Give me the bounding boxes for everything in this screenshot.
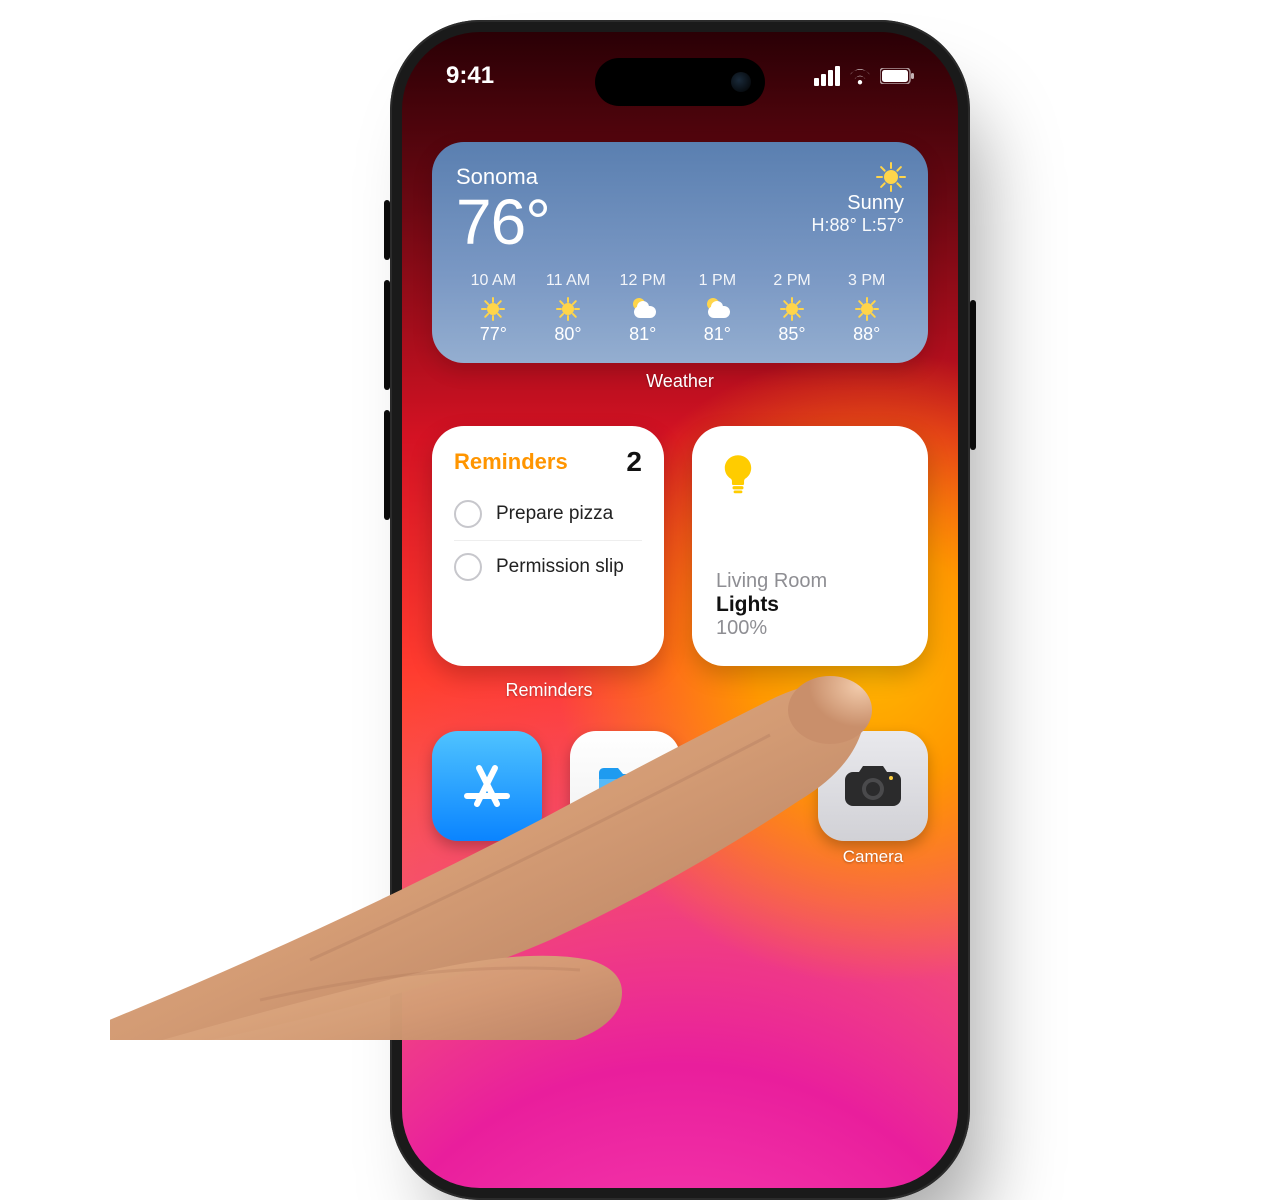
forecast-temp: 80° (531, 324, 606, 345)
forecast-hour: 2 PM 85° (755, 272, 830, 345)
home-brightness: 100% (716, 617, 904, 640)
app-label-camera: Camera (818, 847, 928, 867)
forecast-time: 3 PM (829, 272, 904, 290)
weather-temperature: 76° (456, 190, 550, 254)
reminder-item[interactable]: Permission slip (454, 540, 642, 593)
home-screen[interactable]: 9:41 Sonoma 76° (402, 32, 958, 1188)
forecast-temp: 81° (605, 324, 680, 345)
reminder-item[interactable]: Prepare pizza (454, 488, 642, 540)
forecast-temp: 88° (829, 324, 904, 345)
partly-cloudy-icon (630, 298, 656, 320)
app-icon-camera[interactable] (818, 731, 928, 841)
forecast-time: 2 PM (755, 272, 830, 290)
sun-icon (878, 164, 904, 190)
reminders-count: 2 (626, 446, 642, 478)
reminder-text: Permission slip (496, 556, 624, 578)
app-icon-appstore[interactable] (432, 731, 542, 841)
forecast-time: 11 AM (531, 272, 606, 290)
forecast-hour: 11 AM 80° (531, 272, 606, 345)
sun-icon (558, 299, 578, 319)
reminders-widget-label: Reminders (432, 680, 666, 701)
reminder-text: Prepare pizza (496, 503, 613, 525)
weather-widget[interactable]: Sonoma 76° Su (432, 142, 928, 363)
forecast-time: 10 AM (456, 272, 531, 290)
weather-condition: Sunny (812, 192, 904, 215)
reminder-checkbox[interactable] (454, 500, 482, 528)
iphone-frame: 9:41 Sonoma 76° (390, 20, 970, 1200)
forecast-hour: 3 PM 88° (829, 272, 904, 345)
reminder-checkbox[interactable] (454, 553, 482, 581)
forecast-hour: 10 AM 77° (456, 272, 531, 345)
app-icon-files[interactable] (570, 731, 680, 841)
forecast-temp: 85° (755, 324, 830, 345)
wifi-icon (848, 67, 872, 85)
lightbulb-icon (716, 452, 904, 501)
reminders-title: Reminders (454, 449, 568, 475)
weather-hourly-forecast: 10 AM 77° 11 AM 80° 12 PM 81° 1 PM 81° 2… (456, 272, 904, 345)
battery-icon (880, 68, 914, 84)
home-room-label: Living Room (716, 570, 904, 593)
sun-icon (483, 299, 503, 319)
forecast-hour: 12 PM 81° (605, 272, 680, 345)
sun-icon (857, 299, 877, 319)
home-accessory-name: Lights (716, 593, 904, 617)
forecast-time: 1 PM (680, 272, 755, 290)
forecast-time: 12 PM (605, 272, 680, 290)
reminders-widget[interactable]: Reminders 2 Prepare pizza Permission sli… (432, 426, 664, 666)
weather-high-low: H:88° L:57° (812, 215, 904, 236)
sun-icon (782, 299, 802, 319)
home-widget[interactable]: Living Room Lights 100% (692, 426, 928, 666)
forecast-temp: 77° (456, 324, 531, 345)
forecast-hour: 1 PM 81° (680, 272, 755, 345)
cellular-signal-icon (814, 66, 840, 86)
weather-widget-label: Weather (432, 371, 928, 392)
status-time: 9:41 (446, 62, 494, 90)
forecast-temp: 81° (680, 324, 755, 345)
partly-cloudy-icon (704, 298, 730, 320)
reminders-list: Prepare pizza Permission slip (454, 488, 642, 593)
dynamic-island[interactable] (595, 58, 765, 106)
